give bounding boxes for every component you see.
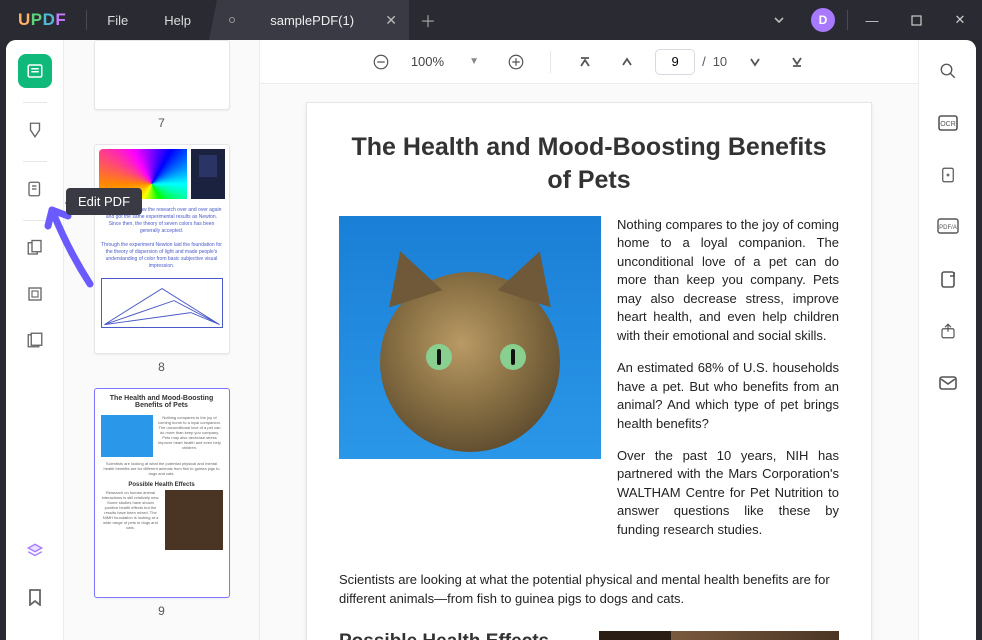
divider: [86, 10, 87, 30]
window-minimize-button[interactable]: —: [850, 0, 894, 40]
document-tab[interactable]: samplePDF(1) ✕: [209, 0, 409, 40]
prev-page-button[interactable]: [613, 48, 641, 76]
mail-button[interactable]: [931, 366, 965, 400]
menu-file[interactable]: File: [89, 3, 146, 38]
divider: [847, 10, 848, 30]
bookmark-button[interactable]: [18, 580, 52, 614]
divider: [550, 51, 551, 73]
pdfa-button[interactable]: PDF/A: [931, 210, 965, 244]
last-page-button[interactable]: [783, 48, 811, 76]
page-total: 10: [713, 54, 727, 69]
ocr-button[interactable]: OCR: [931, 106, 965, 140]
zoom-in-button[interactable]: [502, 48, 530, 76]
cat-image: [339, 216, 601, 459]
pin-icon: [229, 17, 235, 23]
page-title: The Health and Mood-Boosting Benefits of…: [339, 131, 839, 196]
menu-help[interactable]: Help: [146, 3, 209, 38]
edit-pdf-button[interactable]: [18, 172, 52, 206]
divider: [23, 220, 47, 221]
account-dropdown-icon[interactable]: [757, 0, 801, 40]
close-icon[interactable]: ✕: [385, 12, 397, 29]
body-paragraph: Over the past 10 years, NIH has partnere…: [617, 447, 839, 539]
search-button[interactable]: [931, 54, 965, 88]
redact-button[interactable]: [18, 323, 52, 357]
zoom-out-button[interactable]: [367, 48, 395, 76]
convert-button[interactable]: [931, 158, 965, 192]
avatar[interactable]: D: [801, 0, 845, 40]
share-button[interactable]: [931, 314, 965, 348]
first-page-button[interactable]: [571, 48, 599, 76]
divider: [23, 161, 47, 162]
tab-title: samplePDF(1): [249, 13, 375, 28]
tooltip: Edit PDF: [66, 188, 142, 215]
document-page: The Health and Mood-Boosting Benefits of…: [306, 102, 872, 640]
divider: [23, 102, 47, 103]
svg-text:OCR: OCR: [940, 121, 956, 128]
body-paragraph: Nothing compares to the joy of coming ho…: [617, 216, 839, 345]
window-titlebar: UPDF File Help samplePDF(1) ✕ ＋ D — ✕: [0, 0, 982, 40]
page-thumbnail[interactable]: The experiment saw the research over and…: [94, 144, 230, 354]
window-close-button[interactable]: ✕: [938, 0, 982, 40]
page-thumbnail[interactable]: The Health and Mood-Boosting Benefits of…: [94, 388, 230, 598]
app-menu: File Help: [89, 3, 209, 38]
page-thumbnail[interactable]: [94, 40, 230, 110]
zoom-level: 100%: [411, 54, 444, 69]
next-page-button[interactable]: [741, 48, 769, 76]
section-heading: Possible Health Effects: [339, 631, 581, 640]
view-toolbar: 100% ▼ / 10: [260, 40, 918, 84]
window-maximize-button[interactable]: [894, 0, 938, 40]
right-sidebar: OCR PDF/A: [918, 40, 976, 640]
thumbnails-panel: 7 The experiment saw the research over a…: [64, 40, 260, 640]
document-viewport[interactable]: The Health and Mood-Boosting Benefits of…: [260, 84, 918, 640]
page-number-input[interactable]: [655, 49, 695, 75]
main-view: 100% ▼ / 10: [260, 40, 918, 640]
export-button[interactable]: [931, 262, 965, 296]
annotate-button[interactable]: [18, 113, 52, 147]
dog-image: [599, 631, 839, 640]
new-tab-button[interactable]: ＋: [415, 8, 441, 32]
thumbnail-number: 8: [82, 360, 241, 374]
zoom-dropdown-icon[interactable]: ▼: [460, 48, 488, 76]
reader-mode-button[interactable]: [18, 54, 52, 88]
page-sep: /: [702, 54, 706, 69]
left-sidebar: Edit PDF: [6, 40, 64, 640]
thumbnail-number: 9: [82, 604, 241, 618]
layers-button[interactable]: [18, 534, 52, 568]
thumbnail-number: 7: [82, 116, 241, 130]
svg-text:PDF/A: PDF/A: [939, 225, 957, 231]
body-paragraph: An estimated 68% of U.S. households have…: [617, 359, 839, 433]
body-paragraph: Scientists are looking at what the poten…: [339, 571, 839, 609]
app-logo: UPDF: [0, 10, 84, 30]
